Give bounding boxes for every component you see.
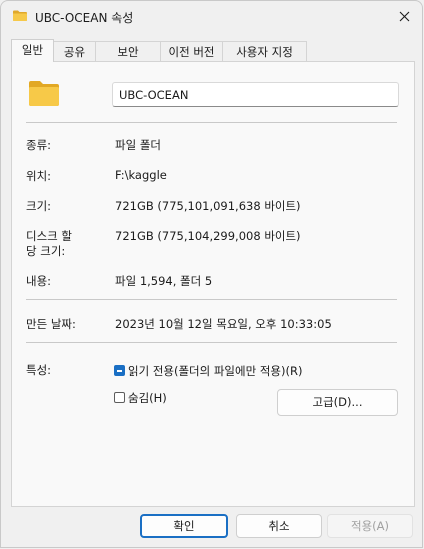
tab-previous-versions[interactable]: 이전 버전 [160, 41, 223, 61]
apply-button[interactable]: 적용(A) [327, 514, 413, 538]
tab-general[interactable]: 일반 [11, 39, 54, 62]
contains-value: 파일 1,594, 폴더 5 [115, 274, 213, 288]
folder-name-input[interactable] [112, 82, 399, 107]
created-label: 만든 날짜: [26, 317, 76, 331]
hidden-label: 숨김(H) [128, 391, 167, 405]
tab-security[interactable]: 보안 [95, 41, 161, 61]
close-icon [399, 11, 409, 22]
window-title: UBC-OCEAN 속성 [35, 11, 134, 25]
type-label: 종류: [26, 138, 52, 152]
tab-sharing[interactable]: 공유 [53, 41, 96, 61]
readonly-label: 읽기 전용(폴더의 파일에만 적용)(R) [128, 364, 303, 378]
close-button[interactable] [393, 6, 415, 28]
divider [26, 299, 397, 300]
general-panel [11, 61, 415, 507]
advanced-button[interactable]: 고급(D)... [277, 389, 398, 416]
location-value: F:\kaggle [115, 168, 167, 182]
folder-icon [13, 10, 27, 21]
type-value: 파일 폴더 [115, 138, 161, 152]
location-label: 위치: [26, 169, 52, 183]
created-value: 2023년 10월 12일 목요일, 오후 10:33:05 [115, 317, 332, 331]
cancel-button[interactable]: 취소 [236, 514, 322, 538]
tab-customize[interactable]: 사용자 지정 [222, 41, 307, 61]
readonly-checkbox[interactable]: 읽기 전용(폴더의 파일에만 적용)(R) [114, 363, 364, 379]
divider [26, 122, 397, 123]
disk-size-label-line1: 디스크 할 [26, 229, 72, 243]
title-bar: UBC-OCEAN 속성 [1, 1, 423, 33]
disk-size-value: 721GB (775,104,299,008 바이트) [115, 229, 301, 243]
ok-button[interactable]: 확인 [140, 514, 228, 538]
size-value: 721GB (775,101,091,638 바이트) [115, 199, 301, 213]
divider [26, 342, 397, 343]
contains-label: 내용: [26, 274, 52, 288]
attributes-label: 특성: [26, 363, 52, 377]
indeterminate-checkbox-icon [114, 365, 125, 376]
hidden-checkbox[interactable]: 숨김(H) [114, 390, 194, 406]
disk-size-label-line2: 당 크기: [26, 244, 66, 258]
size-label: 크기: [26, 199, 52, 213]
unchecked-checkbox-icon [114, 392, 125, 403]
folder-icon [29, 81, 59, 106]
